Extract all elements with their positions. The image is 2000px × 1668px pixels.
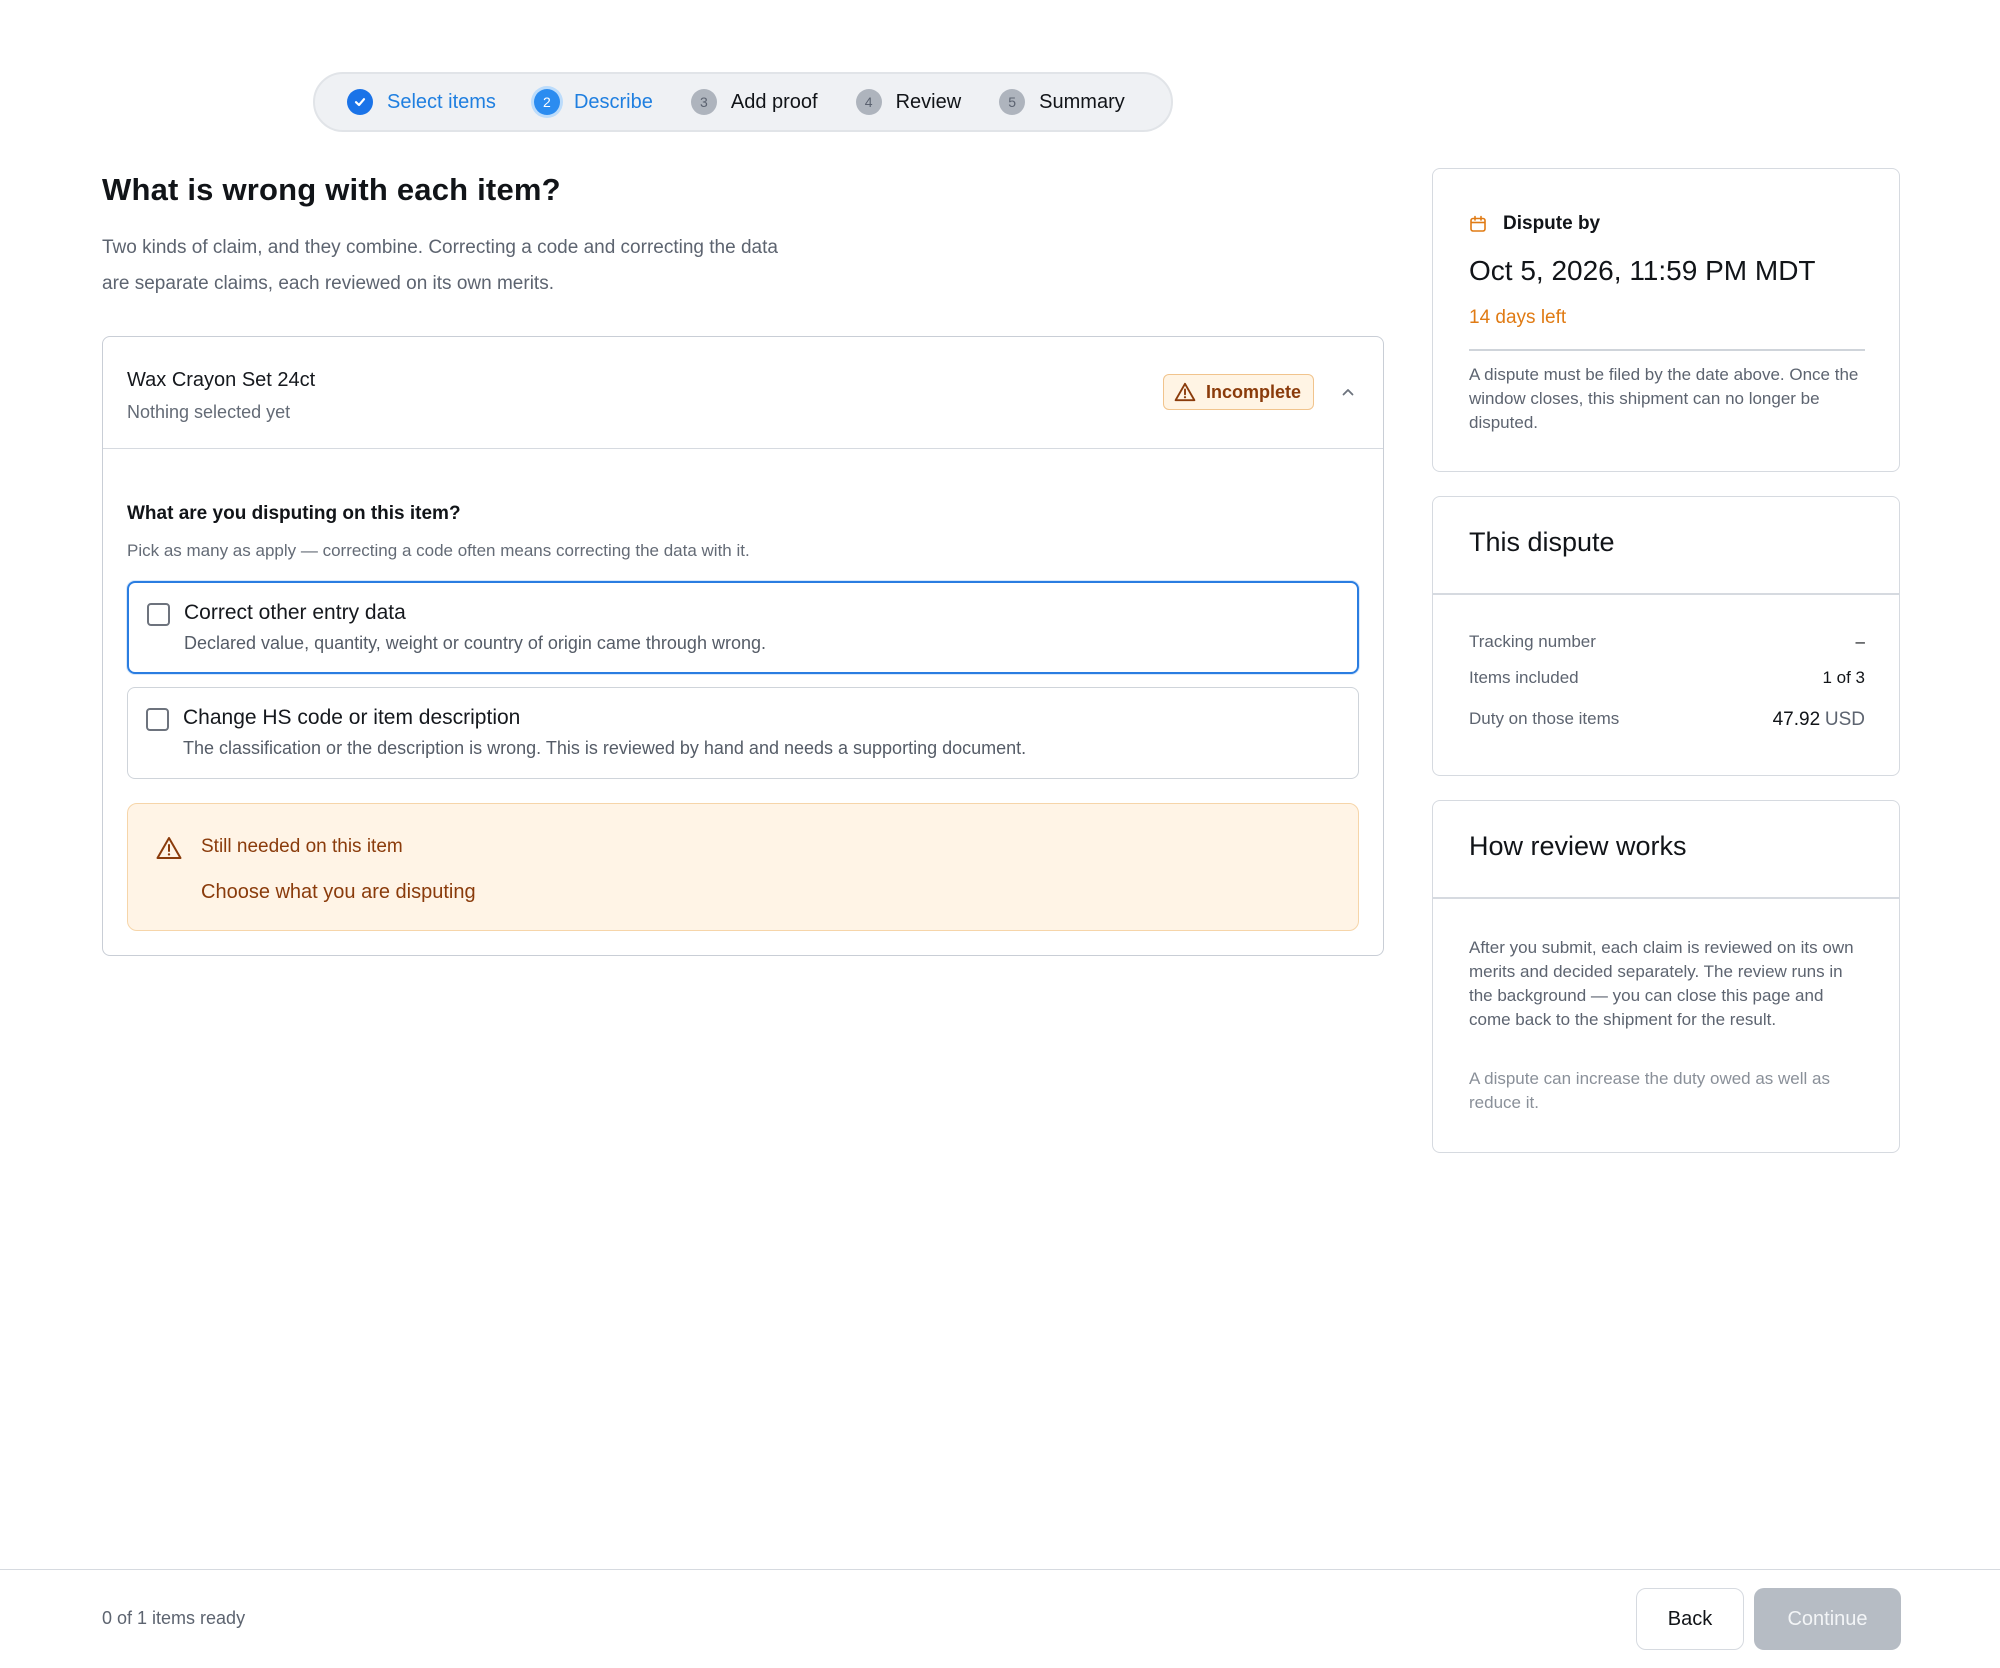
review-note: A dispute can increase the duty owed as … [1469,1069,1830,1112]
summary-label: Tracking number [1469,632,1596,651]
check-icon [347,89,373,115]
summary-value: 1 of 3 [1822,668,1865,687]
summary-label: Items included [1469,668,1579,687]
step-label: Summary [1039,90,1125,113]
card-title: How review works [1469,831,1687,861]
item-card: Wax Crayon Set 24ct Nothing selected yet… [102,336,1384,956]
option-correct-entry-data[interactable]: Correct other entry data Declared value,… [127,581,1359,674]
footer-bar: 0 of 1 items ready Back Continue [0,1569,2000,1668]
step-number: 4 [855,89,882,115]
option-title: Change HS code or item description [183,706,521,729]
step-number: 5 [999,89,1026,115]
duty-currency: USD [1824,709,1865,730]
status-badge-label: Incomplete [1206,381,1302,402]
step-number: 2 [533,89,560,115]
calendar-icon [1470,215,1486,232]
option-checkbox[interactable] [146,708,169,731]
alert-item: Choose what you are disputing [201,881,476,903]
back-button[interactable]: Back [1636,1588,1744,1650]
step-add-proof[interactable]: 3 Add proof [690,89,818,115]
option-title: Correct other entry data [184,601,406,624]
item-subtitle: Nothing selected yet [127,402,291,422]
days-left: 14 days left [1469,307,1567,328]
intro-text: Two kinds of claim, and they combine. Co… [102,230,892,302]
item-card-header[interactable]: Wax Crayon Set 24ct Nothing selected yet… [103,337,1383,449]
items-ready-count: 0 of 1 items ready [102,1608,246,1628]
question-subtitle: Pick as many as apply — correcting a cod… [127,541,750,560]
summary-row-items: Items included 1 of 3 [1469,668,1865,688]
option-description: The classification or the description is… [183,738,1027,758]
option-checkbox[interactable] [147,603,170,626]
intro-line: are separate claims, each reviewed on it… [102,273,554,294]
still-needed-alert: Still needed on this item Choose what yo… [127,803,1359,931]
step-label: Select items [387,90,496,113]
deadline-date: Oct 5, 2026, 11:59 PM MDT [1469,255,1816,286]
warning-icon [1174,382,1196,402]
step-review[interactable]: 4 Review [855,89,962,115]
page-title: What is wrong with each item? [102,172,561,207]
dispute-summary-card: This dispute Tracking number – Items inc… [1432,496,1900,776]
intro-line: Two kinds of claim, and they combine. Co… [102,237,778,258]
how-review-works-card: How review works After you submit, each … [1432,800,1900,1153]
divider [1433,897,1899,899]
divider [1469,349,1865,351]
summary-value: – [1855,632,1865,651]
question-title: What are you disputing on this item? [127,503,461,524]
deadline-heading: Dispute by [1469,213,1600,235]
continue-button[interactable]: Continue [1754,1588,1901,1650]
step-describe[interactable]: 2 Describe [533,89,653,115]
warning-icon [156,837,182,859]
summary-row-tracking: Tracking number – [1469,632,1865,652]
duty-amount: 47.92 [1772,709,1821,730]
deadline-heading-label: Dispute by [1503,213,1601,234]
summary-row-duty: Duty on those items 47.92 USD [1469,709,1865,731]
step-label: Add proof [730,90,818,113]
item-name: Wax Crayon Set 24ct [127,369,316,391]
review-text: After you submit, each claim is reviewed… [1469,938,1854,1029]
deadline-card: Dispute by Oct 5, 2026, 11:59 PM MDT 14 … [1432,168,1900,472]
divider [1433,593,1899,595]
step-select-items[interactable]: Select items [347,89,496,115]
status-badge: Incomplete [1163,374,1315,410]
step-label: Review [895,90,962,113]
option-change-hs-code[interactable]: Change HS code or item description The c… [127,687,1359,779]
alert-title: Still needed on this item [201,836,403,857]
progress-stepper: Select items 2 Describe 3 Add proof 4 Re… [313,72,1173,132]
summary-label: Duty on those items [1469,709,1620,728]
card-title: This dispute [1469,527,1615,557]
deadline-note: A dispute must be filed by the date abov… [1469,365,1859,432]
summary-value: 47.92 USD [1773,709,1865,731]
option-description: Declared value, quantity, weight or coun… [184,633,766,653]
step-number: 3 [690,89,717,115]
step-label: Describe [573,90,653,113]
chevron-up-icon[interactable] [1337,381,1359,403]
step-summary[interactable]: 5 Summary [999,89,1125,115]
